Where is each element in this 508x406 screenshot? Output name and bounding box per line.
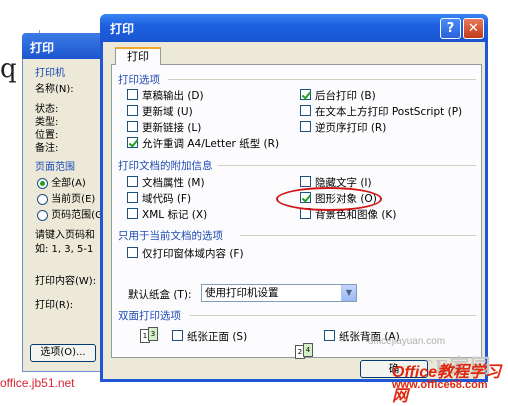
- checkbox-document-properties[interactable]: 文档属性 (M): [127, 175, 205, 190]
- checkbox-update-fields[interactable]: 更新域 (U): [127, 104, 193, 119]
- checkbox-icon: [324, 330, 335, 341]
- range-hint-line1: 请键入页码和: [35, 230, 95, 241]
- help-button[interactable]: ?: [440, 18, 461, 39]
- checkbox-icon: [300, 105, 311, 116]
- checkbox-checked-icon: [127, 137, 138, 148]
- checkbox-print-form-data-only[interactable]: 仅打印窗体域内容 (F): [127, 246, 244, 261]
- help-icon: ?: [446, 21, 455, 36]
- current-doc-section-title: 只用于当前文档的选项: [118, 230, 223, 242]
- checkbox-icon: [127, 121, 138, 132]
- checkbox-allow-a4-letter-resize[interactable]: 允许重调 A4/Letter 纸型 (R): [127, 136, 279, 151]
- checkbox-icon: [127, 208, 138, 219]
- checkbox-icon: [127, 105, 138, 116]
- duplex-back-icon: 2 4: [295, 343, 317, 359]
- range-current-radio[interactable]: 当前页(E): [37, 190, 95, 205]
- printer-section-title: 打印机: [35, 68, 65, 79]
- checkbox-postscript-over-text[interactable]: 在文本上方打印 PostScript (P): [300, 104, 462, 119]
- printer-comment-label: 备注:: [35, 143, 59, 154]
- default-tray-label: 默认纸盒 (T):: [128, 289, 192, 301]
- checkbox-draft-output[interactable]: 草稿输出 (D): [127, 88, 204, 103]
- checkbox-field-codes[interactable]: 域代码 (F): [127, 191, 191, 206]
- radio-icon: [37, 193, 48, 205]
- dialog-titlebar[interactable]: [100, 14, 488, 42]
- checkbox-update-links[interactable]: 更新链接 (L): [127, 120, 201, 135]
- checkbox-icon: [127, 192, 138, 203]
- checkbox-icon: [172, 330, 183, 341]
- dialog-title: 打印: [110, 22, 135, 36]
- extra-info-section-title: 打印文档的附加信息: [118, 160, 213, 172]
- page-range-section-title: 页面范围: [35, 162, 75, 173]
- checkbox-icon: [127, 176, 138, 187]
- section-divider: [190, 315, 476, 316]
- section-divider: [240, 235, 476, 236]
- radio-icon: [37, 177, 48, 189]
- watermark-url: officejiayuan.com: [368, 336, 446, 347]
- highlight-ellipse: [276, 187, 382, 211]
- duplex-section-title: 双面打印选项: [118, 310, 181, 322]
- checkbox-reverse-print-order[interactable]: 逆页序打印 (R): [300, 120, 386, 135]
- section-divider: [218, 165, 476, 166]
- print-content-label: 打印内容(W):: [35, 276, 97, 287]
- default-tray-value: 使用打印机设置: [205, 287, 279, 299]
- range-pages-radio[interactable]: 页码范围(G): [37, 206, 107, 221]
- close-icon: ✕: [468, 21, 479, 36]
- watermark-red-url: www.office68.com: [392, 379, 488, 391]
- close-button[interactable]: ✕: [463, 18, 484, 39]
- chevron-down-icon[interactable]: ▼: [341, 285, 356, 301]
- checkbox-duplex-front[interactable]: 纸张正面 (S): [172, 329, 247, 344]
- print-what-label: 打印(R):: [35, 300, 74, 311]
- duplex-front-icon: 1 3: [140, 327, 162, 343]
- options-button[interactable]: 选项(O)...: [30, 344, 96, 362]
- range-hint-line2: 如: 1, 3, 5-1: [35, 244, 94, 255]
- checkbox-checked-icon: [300, 89, 311, 100]
- checkbox-icon: [127, 89, 138, 100]
- print-options-section-title: 打印选项: [118, 74, 160, 86]
- range-all-radio[interactable]: 全部(A): [37, 174, 86, 189]
- checkbox-xml-tags[interactable]: XML 标记 (X): [127, 207, 207, 222]
- watermark-left: office.jb51.net: [0, 376, 75, 390]
- checkbox-icon: [127, 247, 138, 258]
- tab-print[interactable]: 打印: [115, 47, 161, 65]
- section-divider: [168, 79, 476, 80]
- document-text: q: [0, 54, 17, 84]
- checkbox-background-printing[interactable]: 后台打印 (B): [300, 88, 376, 103]
- default-tray-select[interactable]: 使用打印机设置 ▼: [201, 284, 357, 302]
- checkbox-icon: [300, 176, 311, 187]
- printer-name-label: 名称(N):: [35, 84, 74, 95]
- checkbox-icon: [300, 121, 311, 132]
- radio-icon: [37, 209, 48, 221]
